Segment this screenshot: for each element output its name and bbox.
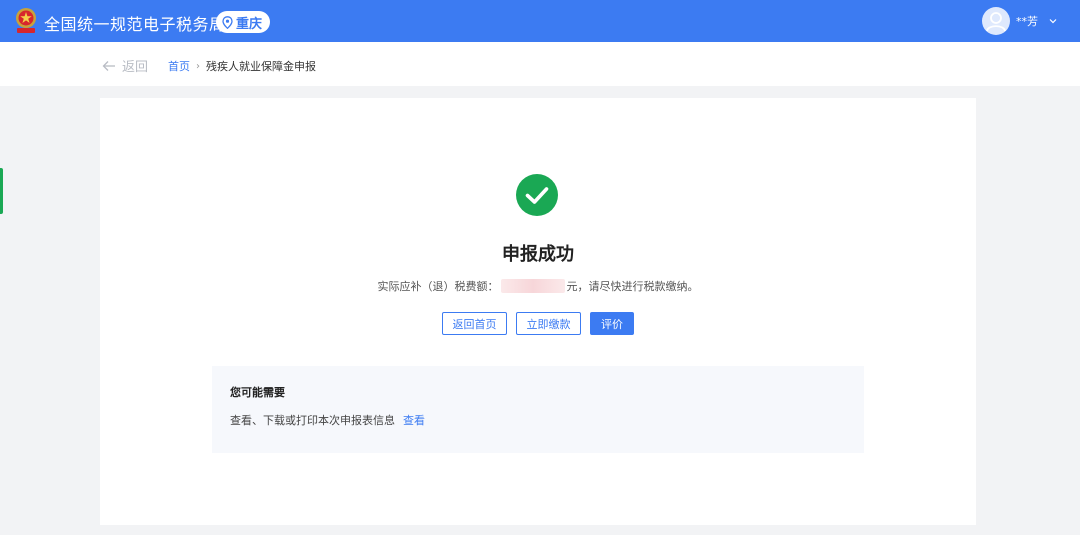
site-title: 全国统一规范电子税务局 [44, 15, 226, 34]
view-report-link[interactable]: 查看 [403, 412, 425, 428]
action-buttons: 返回首页 立即缴款 评价 [100, 312, 976, 335]
suggestion-item: 查看、下载或打印本次申报表信息 查看 [230, 412, 425, 428]
breadcrumb: 首页 › 残疾人就业保障金申报 [168, 58, 316, 74]
return-home-button[interactable]: 返回首页 [442, 312, 507, 335]
result-card: 申报成功 实际应补（退）税费额： 元，请尽快进行税款缴纳。 返回首页 立即缴款 … [100, 98, 976, 525]
breadcrumb-bar: 返回 首页 › 残疾人就业保障金申报 [0, 42, 1080, 86]
location-pin-icon [222, 15, 233, 29]
pay-now-button[interactable]: 立即缴款 [516, 312, 581, 335]
amount-suffix: 元，请尽快进行税款缴纳。 [566, 280, 699, 293]
suggestion-title: 您可能需要 [230, 386, 285, 399]
amount-prefix: 实际应补（退）税费额： [377, 280, 499, 293]
suggestion-panel: 您可能需要 查看、下载或打印本次申报表信息 查看 [212, 366, 864, 453]
rate-button[interactable]: 评价 [590, 312, 634, 335]
user-avatar-icon [982, 7, 1010, 35]
amount-message: 实际应补（退）税费额： 元，请尽快进行税款缴纳。 [100, 278, 976, 294]
arrow-left-icon [102, 60, 115, 71]
success-title: 申报成功 [502, 244, 574, 265]
top-bar: 全国统一规范电子税务局 重庆 **芳 [0, 0, 1080, 42]
breadcrumb-home-link[interactable]: 首页 [168, 58, 190, 74]
breadcrumb-separator: › [196, 60, 200, 72]
user-menu[interactable]: **芳 [982, 7, 1058, 35]
side-float-tab[interactable] [0, 168, 3, 214]
suggestion-text: 查看、下载或打印本次申报表信息 [230, 414, 395, 427]
chevron-down-icon [1049, 19, 1057, 24]
back-label: 返回 [122, 60, 149, 75]
amount-value-redacted [500, 279, 565, 293]
region-selector[interactable]: 重庆 [216, 11, 271, 33]
check-circle-icon [516, 174, 558, 216]
back-button[interactable]: 返回 [102, 56, 148, 75]
breadcrumb-current: 残疾人就业保障金申报 [206, 60, 316, 73]
user-name: **芳 [1016, 15, 1038, 28]
region-label: 重庆 [236, 16, 263, 32]
tax-emblem-icon[interactable] [14, 7, 38, 35]
